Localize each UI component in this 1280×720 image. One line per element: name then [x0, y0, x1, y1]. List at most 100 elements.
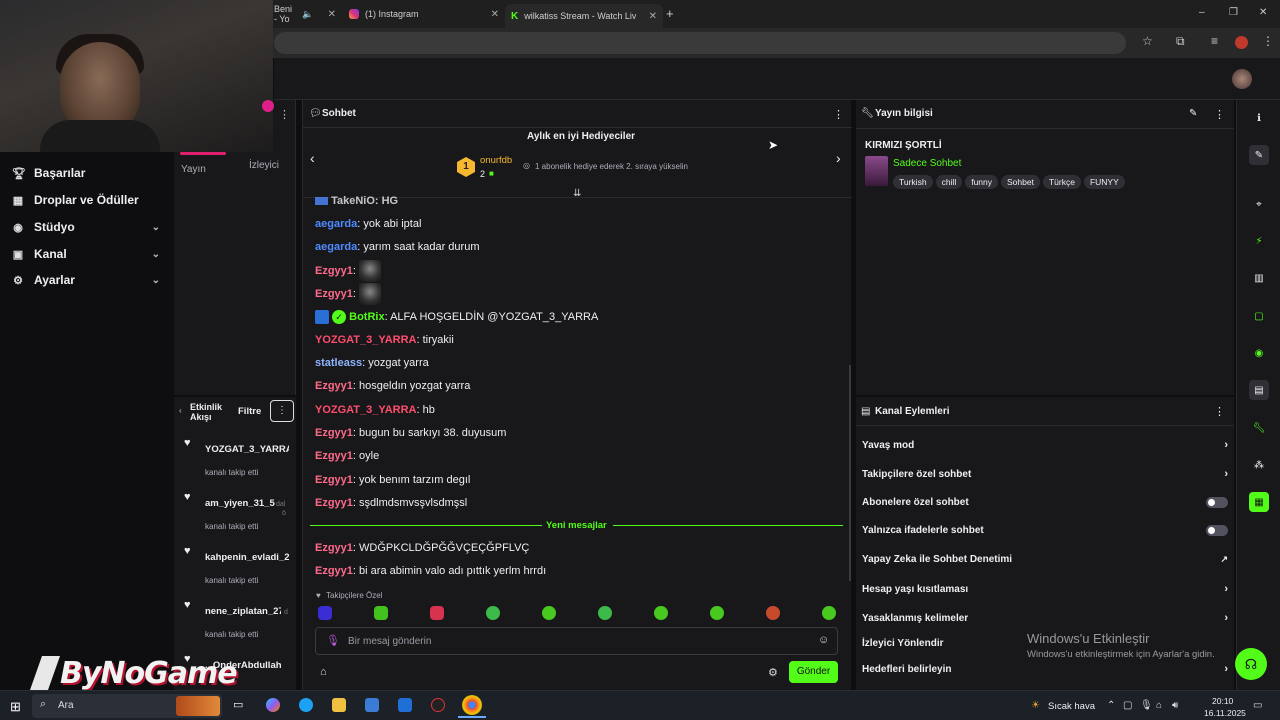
action-set-goals[interactable]: Hedefleri belirleyin ›	[862, 663, 1228, 675]
profile-avatar[interactable]	[1235, 36, 1248, 49]
menu-kebab-icon[interactable]: ⋮	[1262, 34, 1274, 48]
microphone-icon[interactable]: 🎙︎	[1140, 700, 1153, 711]
action-banned-words[interactable]: Yasaklanmış kelimeler ›	[862, 612, 1228, 624]
notifications-icon[interactable]: ▭	[1253, 700, 1262, 711]
follower-name[interactable]: nene_ziplatan_27	[205, 606, 281, 617]
extensions-icon[interactable]: ⧉	[1176, 34, 1185, 49]
copilot-icon[interactable]	[266, 698, 280, 712]
chat-username[interactable]: Ezgyy1	[315, 288, 353, 300]
chat-username[interactable]: Ezgyy1	[315, 565, 353, 577]
file-explorer-icon[interactable]	[332, 698, 346, 712]
chat-icon[interactable]: ▢	[1249, 306, 1269, 326]
close-icon[interactable]: ✕	[328, 9, 336, 20]
bookmark-star-icon[interactable]: ☆	[1142, 34, 1153, 48]
panel-menu-icon[interactable]: ⋮	[279, 108, 290, 121]
tag[interactable]: Türkçe	[1042, 175, 1081, 189]
layout-icon[interactable]: ▤	[1249, 380, 1269, 400]
support-chat-button[interactable]: ☊	[1235, 648, 1267, 680]
url-input[interactable]	[274, 32, 1126, 54]
volume-icon[interactable]: 🔊︎	[1172, 700, 1178, 711]
emote-icon[interactable]	[598, 606, 612, 620]
microphone-icon[interactable]: 🎙︎	[326, 634, 340, 647]
close-window-button[interactable]: ✕	[1259, 7, 1267, 18]
emote-icon[interactable]	[318, 606, 332, 620]
gear-icon[interactable]: ⚙	[768, 666, 778, 679]
network-icon[interactable]: ⌂	[1156, 700, 1162, 711]
minimize-button[interactable]: –	[1199, 7, 1205, 18]
info-icon[interactable]: ℹ	[1249, 108, 1269, 128]
menu-item-drops[interactable]: ▦ Droplar ve Ödüller	[12, 193, 160, 207]
chat-username[interactable]: aegarda	[315, 241, 357, 253]
chat-username[interactable]: Ezgyy1	[315, 542, 353, 554]
action-followers-only[interactable]: Takipçilere özel sohbet ›	[862, 468, 1228, 480]
emoji-icon[interactable]: ☺	[818, 634, 829, 646]
tag[interactable]: Turkish	[893, 175, 933, 189]
tag[interactable]: FUNYY	[1083, 175, 1125, 189]
tab-instagram[interactable]: (1) Instagram ✕	[349, 4, 499, 24]
clipboard-icon[interactable]: ▥	[1249, 268, 1269, 288]
subscribers-only-toggle[interactable]	[1206, 497, 1228, 508]
chat-input[interactable]: 🎙︎ Bir mesaj gönderin ☺	[315, 627, 838, 655]
clock-date[interactable]: 16.11.2025	[1204, 708, 1246, 718]
emote-icon[interactable]	[654, 606, 668, 620]
emote-icon[interactable]	[374, 606, 388, 620]
close-icon[interactable]: ✕	[491, 9, 499, 20]
category-thumbnail[interactable]	[865, 156, 888, 186]
tab-viewer[interactable]: İzleyici	[249, 160, 279, 171]
chat-scrollbar[interactable]	[849, 365, 851, 581]
tab-youtube[interactable]: Beni - Yo 🔈 ✕	[274, 4, 336, 24]
meet-icon[interactable]: ▢	[1123, 700, 1132, 711]
edit-icon[interactable]: ✎	[1189, 108, 1197, 119]
mail-icon[interactable]	[398, 698, 412, 712]
weather-label[interactable]: Sıcak hava	[1048, 701, 1095, 712]
menu-item-settings[interactable]: ⚙ Ayarlar ⌄	[12, 273, 160, 287]
clapper-icon[interactable]: ▦	[1249, 492, 1269, 512]
action-slow-mode[interactable]: Yavaş mod ›	[862, 439, 1228, 451]
lightning-icon[interactable]: ⚡︎	[1249, 231, 1269, 251]
chevron-up-icon[interactable]: ⌃	[1107, 700, 1115, 711]
chat-username[interactable]: Ezgyy1	[315, 380, 353, 392]
chat-username[interactable]: statleass	[315, 357, 362, 369]
chat-username[interactable]: Ezgyy1	[315, 427, 353, 439]
chat-username[interactable]: Ezgyy1	[315, 450, 353, 462]
chrome-icon[interactable]	[462, 695, 482, 715]
user-avatar[interactable]	[1232, 69, 1252, 89]
emotes-only-toggle[interactable]	[1206, 525, 1228, 536]
emote-icon[interactable]	[542, 606, 556, 620]
emote-icon[interactable]	[766, 606, 780, 620]
tag[interactable]: funny	[965, 175, 999, 189]
chat-username[interactable]: YOZGAT_3_YARRA	[315, 334, 416, 346]
store-icon[interactable]	[365, 698, 379, 712]
follower-name[interactable]: YOZGAT_3_YARRA	[205, 444, 289, 455]
tab-kick-stream[interactable]: K wilkatiss Stream - Watch Live o ✕	[505, 4, 663, 28]
emote-icon[interactable]	[822, 606, 836, 620]
chat-username[interactable]: Ezgyy1	[315, 497, 353, 509]
send-button[interactable]: Gönder	[789, 661, 838, 683]
action-subscribers-only[interactable]: Abonelere özel sohbet	[862, 497, 1228, 508]
maximize-button[interactable]: ❐	[1229, 7, 1238, 18]
filter-button[interactable]: Filtre	[238, 406, 261, 417]
wrench-icon[interactable]: 🔧︎	[1249, 418, 1269, 438]
chat-username[interactable]: aegarda	[315, 218, 357, 230]
chat-username[interactable]: Ezgyy1	[315, 265, 353, 277]
action-account-age[interactable]: Hesap yaşı kısıtlaması ›	[862, 583, 1228, 595]
gifter-name[interactable]: onurfdb	[480, 155, 512, 166]
menu-item-studio[interactable]: ◉ Stüdyo ⌄	[12, 220, 160, 234]
app-icon[interactable]	[431, 698, 445, 712]
chevron-right-icon[interactable]: ›	[836, 150, 841, 166]
media-icon[interactable]: ≡	[1211, 34, 1218, 48]
store-icon[interactable]: ⌂	[320, 666, 327, 678]
chat-username[interactable]: YOZGAT_3_YARRA	[315, 404, 416, 416]
action-ai-moderation[interactable]: Yapay Zeka ile Sohbet Denetimi ↗	[862, 554, 1228, 565]
emote-icon[interactable]	[486, 606, 500, 620]
chat-menu-icon[interactable]: ⋮	[833, 108, 844, 121]
actions-menu-icon[interactable]: ⋮	[1214, 405, 1225, 418]
edge-icon[interactable]	[299, 698, 313, 712]
task-view-icon[interactable]: ▭	[233, 698, 247, 712]
crosshair-icon[interactable]: ⌖	[1249, 194, 1269, 214]
taskbar-search[interactable]: ⌕ Ara	[32, 694, 222, 718]
chevron-left-icon[interactable]: ‹	[179, 406, 182, 415]
emote-icon[interactable]	[710, 606, 724, 620]
chevron-left-icon[interactable]: ‹	[310, 150, 315, 166]
follower-name[interactable]: am_yiyen_31_52	[205, 498, 275, 509]
